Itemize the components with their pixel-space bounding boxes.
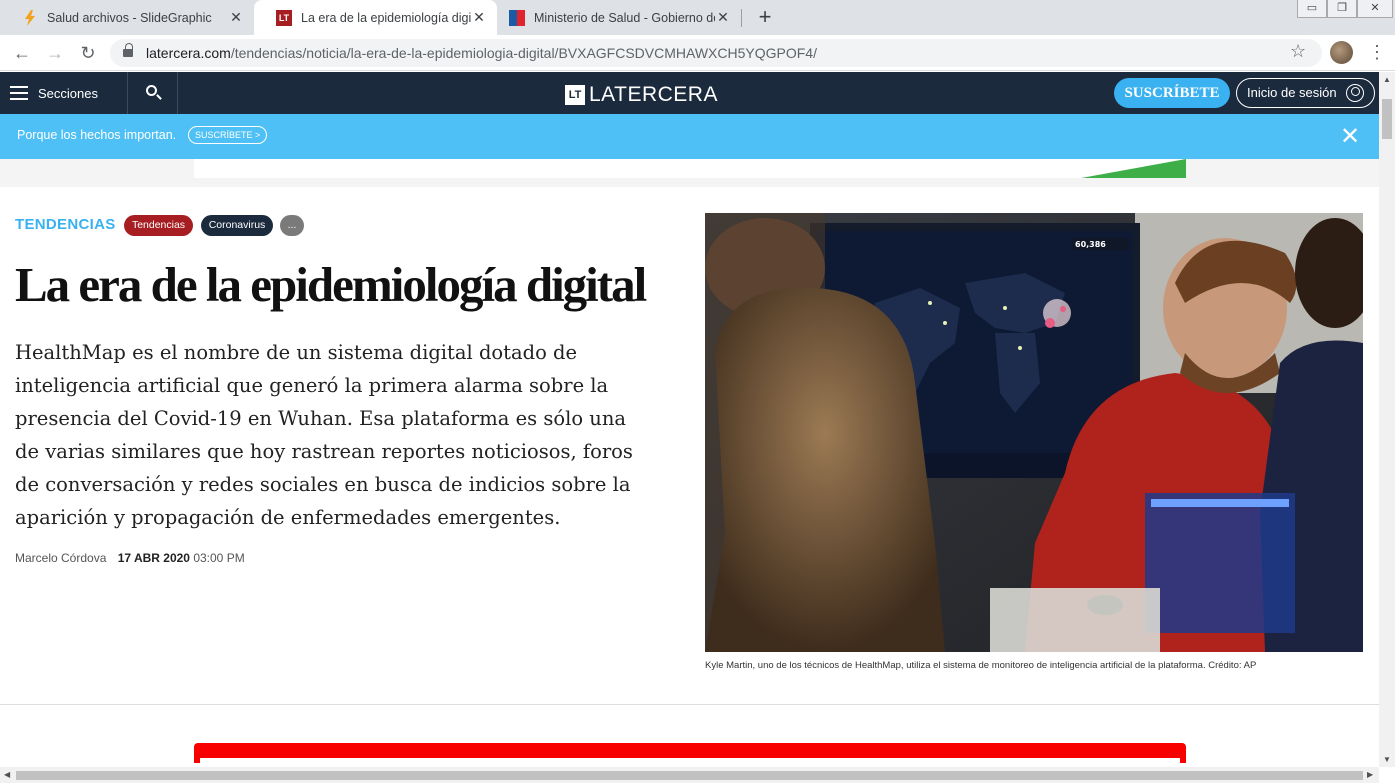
photo-caption: Kyle Martin, uno de los técnicos de Heal…	[705, 660, 1257, 671]
lightning-icon	[22, 9, 38, 26]
url-path: /tendencias/noticia/la-era-de-la-epidemi…	[230, 45, 817, 61]
site-logo[interactable]: LT LATERCERA	[565, 83, 718, 107]
horizontal-scrollbar[interactable]: ◀ ▶	[0, 767, 1379, 783]
article-lede: HealthMap es el nombre de un sistema dig…	[15, 341, 633, 529]
site-header: Secciones LT LATERCERA SUSCRÍBETE Inicio…	[0, 72, 1379, 114]
scroll-thumb[interactable]	[1382, 99, 1392, 139]
sections-label: Secciones	[38, 85, 98, 101]
reload-icon[interactable]: ↻	[77, 42, 99, 64]
minimize-button[interactable]: ▭	[1297, 0, 1327, 18]
scroll-up-icon[interactable]: ▲	[1383, 75, 1391, 84]
article-headline: La era de la epidemiología digital	[15, 257, 647, 312]
url-host: latercera.com	[146, 45, 231, 61]
close-tab-icon[interactable]: ✕	[471, 9, 487, 26]
lt-logo-icon: LT	[276, 9, 292, 26]
flag-icon	[509, 9, 525, 26]
tag-more[interactable]: ...	[280, 215, 304, 236]
ad-banner[interactable]	[194, 159, 1186, 178]
window-close-button[interactable]: ✕	[1357, 0, 1393, 18]
photo-illustration: 60,386	[705, 213, 1363, 652]
logo-text: LATERCERA	[589, 83, 718, 106]
bookmark-star-icon[interactable]: ☆	[1290, 41, 1306, 62]
screen-counter: 60,386	[1075, 240, 1106, 249]
scroll-right-icon[interactable]: ▶	[1367, 770, 1373, 779]
back-arrow-icon[interactable]: ←	[11, 42, 33, 64]
search-button[interactable]	[128, 72, 178, 114]
section-divider	[0, 704, 1379, 705]
user-icon	[1346, 84, 1364, 102]
close-tab-icon[interactable]: ✕	[228, 9, 244, 26]
tab-slidegraphic[interactable]: Salud archivos - SlideGraphic ✕	[0, 0, 254, 35]
browser-menu-icon[interactable]: ⋮	[1368, 41, 1386, 63]
tag-coronavirus[interactable]: Coronavirus	[201, 215, 273, 236]
tab-title: Ministerio de Salud - Gobierno de Chile	[534, 10, 715, 25]
scroll-thumb-horizontal[interactable]	[16, 771, 1363, 780]
hamburger-icon	[10, 86, 28, 100]
address-bar[interactable]: latercera.com/tendencias/noticia/la-era-…	[110, 39, 1322, 67]
subscribe-button[interactable]: SUSCRÍBETE	[1114, 78, 1230, 108]
window-controls: ▭ ❐ ✕	[1297, 0, 1393, 20]
forward-arrow-icon[interactable]: →	[44, 42, 66, 64]
logo-mark: LT	[565, 85, 585, 105]
browser-toolbar: ← → ↻ latercera.com/tendencias/noticia/l…	[0, 35, 1395, 71]
login-button[interactable]: Inicio de sesión	[1236, 78, 1375, 108]
section-kicker[interactable]: TENDENCIAS	[15, 216, 116, 233]
login-label: Inicio de sesión	[1247, 85, 1337, 100]
profile-avatar[interactable]	[1330, 41, 1353, 64]
promo-text: Porque los hechos importan.	[17, 128, 177, 142]
new-tab-button[interactable]: +	[752, 4, 778, 30]
tab-title: Salud archivos - SlideGraphic	[47, 10, 212, 25]
tab-latercera[interactable]: LT La era de la epidemiología digital ✕	[254, 0, 497, 35]
subscription-promo-bar: Porque los hechos importan. SUSCRÍBETE >…	[0, 114, 1379, 159]
scroll-left-icon[interactable]: ◀	[4, 770, 10, 779]
publish-date: 17 ABR 2020	[117, 551, 190, 565]
article-photo[interactable]: 60,386	[705, 213, 1363, 652]
search-icon	[146, 85, 157, 96]
byline: Marcelo Córdova 17 ABR 2020 03:00 PM	[15, 551, 245, 565]
scroll-down-icon[interactable]: ▼	[1383, 755, 1391, 764]
restore-button[interactable]: ❐	[1327, 0, 1357, 18]
tag-tendencias[interactable]: Tendencias	[124, 215, 193, 236]
sections-menu-button[interactable]: Secciones	[0, 72, 128, 114]
tab-separator	[741, 9, 742, 27]
close-icon[interactable]: ✕	[1340, 122, 1360, 151]
promo-subscribe-link[interactable]: SUSCRÍBETE >	[188, 126, 268, 144]
close-tab-icon[interactable]: ✕	[715, 9, 731, 26]
vertical-scrollbar[interactable]: ▲ ▼	[1379, 72, 1395, 767]
browser-tab-strip: Salud archivos - SlideGraphic ✕ LT La er…	[0, 0, 1395, 35]
red-content-block[interactable]	[194, 743, 1186, 763]
author-name[interactable]: Marcelo Córdova	[15, 551, 106, 565]
lock-icon	[123, 43, 133, 58]
tab-minsal[interactable]: Ministerio de Salud - Gobierno de Chile …	[497, 0, 741, 35]
publish-time: 03:00 PM	[193, 551, 245, 565]
tab-title: La era de la epidemiología digital	[301, 10, 471, 25]
